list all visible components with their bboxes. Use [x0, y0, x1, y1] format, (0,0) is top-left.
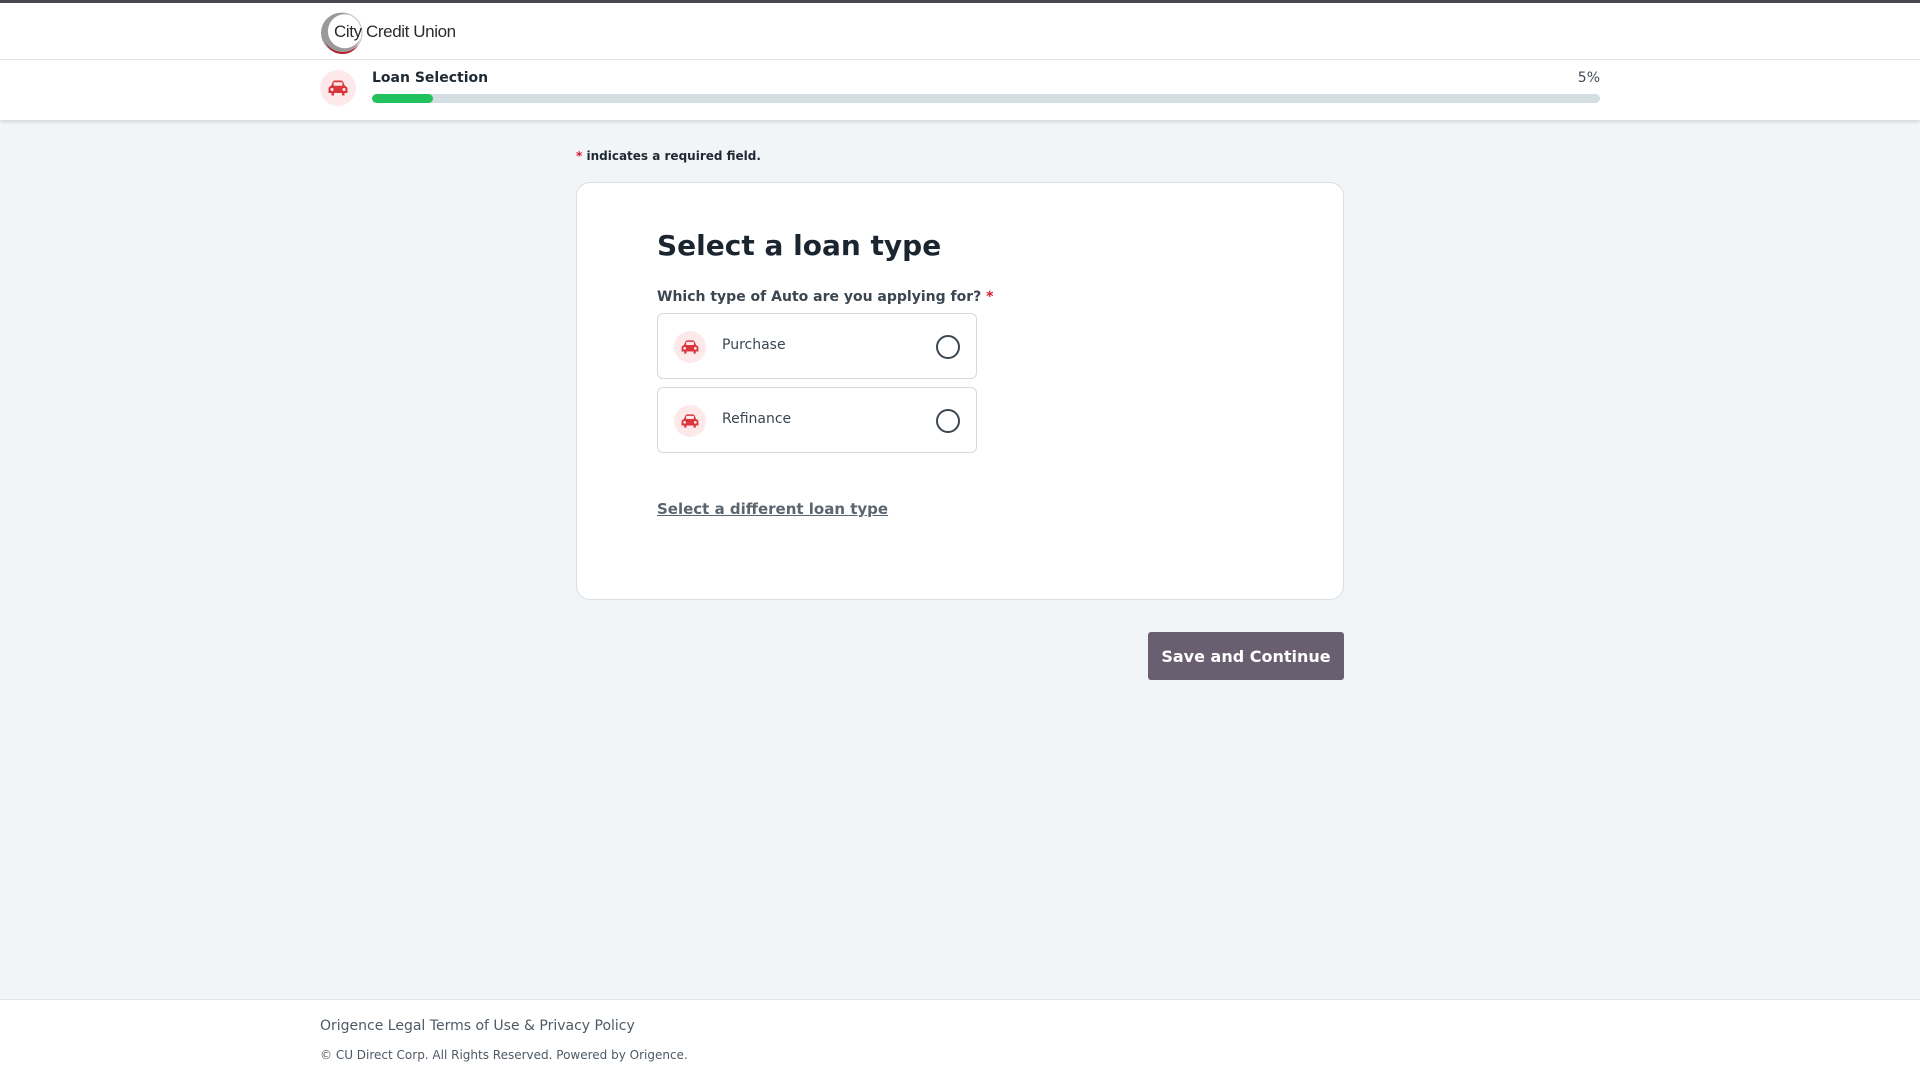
save-and-continue-button[interactable]: Save and Continue	[1148, 632, 1344, 680]
logo-text: City Credit Union	[334, 22, 456, 41]
loan-type-question: Which type of Auto are you applying for?…	[657, 289, 993, 305]
progress-fill	[372, 94, 434, 103]
car-icon	[674, 405, 706, 437]
car-icon	[674, 331, 706, 363]
option-purchase[interactable]: Purchase	[657, 313, 977, 379]
required-field-note: * indicates a required field.	[576, 149, 761, 163]
step-label: Loan Selection	[372, 70, 489, 86]
terms-privacy-link[interactable]: Terms of Use & Privacy Policy	[430, 1018, 635, 1034]
purchase-radio[interactable]	[936, 335, 960, 359]
origence-legal-link[interactable]: Origence Legal	[320, 1018, 425, 1034]
progress-track	[372, 94, 1600, 103]
car-icon	[320, 70, 356, 106]
progress-percent: 5%	[1577, 70, 1600, 86]
site-footer: Origence Legal Terms of Use & Privacy Po…	[0, 999, 1920, 1080]
page-title: Select a loan type	[657, 229, 942, 262]
footer-links: Origence Legal Terms of Use & Privacy Po…	[320, 1018, 635, 1034]
question-text: Which type of Auto are you applying for?	[657, 289, 982, 305]
site-header: City Credit Union	[0, 3, 1920, 60]
select-different-loan-type-link[interactable]: Select a different loan type	[657, 500, 888, 518]
progress-header: Loan Selection 5%	[0, 60, 1920, 120]
required-asterisk: *	[576, 149, 583, 163]
copyright-text: © CU Direct Corp. All Rights Reserved. P…	[320, 1048, 688, 1062]
city-credit-union-logo[interactable]: City Credit Union	[320, 9, 456, 55]
option-refinance-label: Refinance	[722, 411, 792, 427]
question-required-asterisk: *	[986, 289, 994, 305]
refinance-radio[interactable]	[936, 409, 960, 433]
option-purchase-label: Purchase	[722, 337, 786, 353]
required-note-text: indicates a required field.	[586, 149, 761, 163]
option-refinance[interactable]: Refinance	[657, 387, 977, 453]
loan-type-card: Select a loan type Which type of Auto ar…	[576, 182, 1344, 600]
